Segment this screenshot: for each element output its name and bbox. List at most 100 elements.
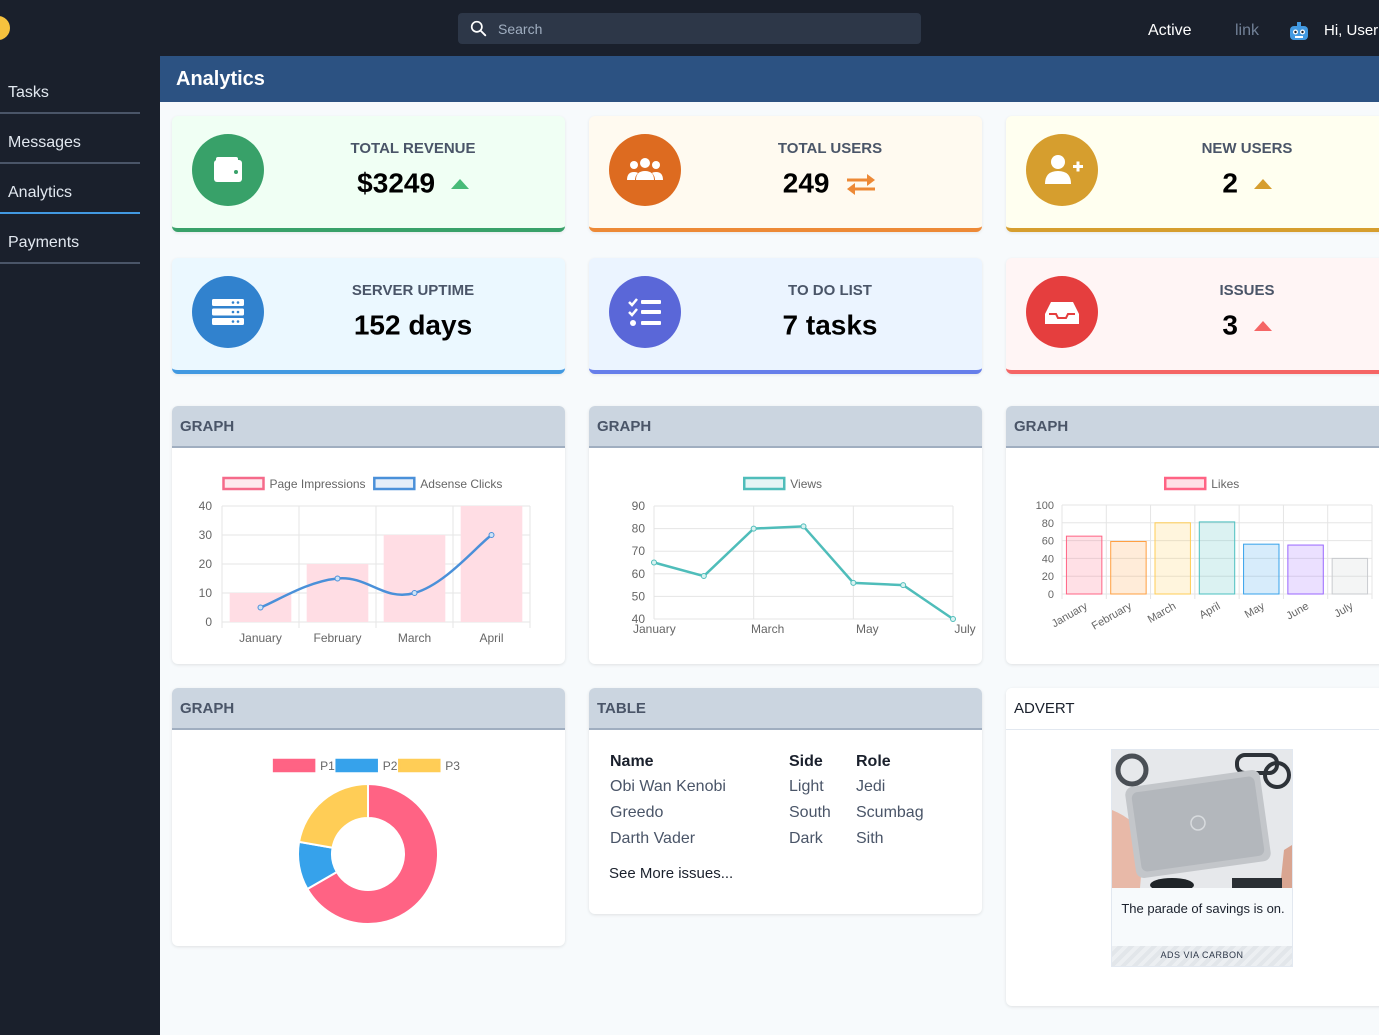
- cell-role: Scumbag: [856, 804, 924, 821]
- column-header-name: Name: [610, 752, 654, 770]
- carbon-ad[interactable]: The parade of savings is on. ADS VIA CAR…: [1111, 749, 1293, 967]
- table-row: Greedo South Scumbag: [607, 800, 953, 826]
- data-point: [411, 590, 418, 596]
- users-icon: [627, 158, 663, 180]
- stat-value-row: 7 tasks: [689, 308, 971, 342]
- graph-panel-likes: GRAPH Likes 0 20 40 60 80 100 January February Ma…: [1006, 406, 1379, 664]
- bar: [1198, 521, 1236, 595]
- characters-table: Name Side Role Obi Wan Kenobi Light Jedi…: [607, 752, 953, 852]
- graph-panel-views: GRAPH Views 40 50 60 70 80 90 January March May Ju…: [589, 406, 982, 664]
- column-header-side: Side: [789, 752, 823, 770]
- table-row: Darth Vader Dark Sith: [607, 826, 953, 852]
- legend-swatch: [398, 758, 441, 773]
- sidebar-item-analytics[interactable]: Analytics: [0, 164, 140, 214]
- stat-value-row: 249: [689, 166, 971, 200]
- see-more-issues-link[interactable]: See More issues...: [609, 865, 733, 882]
- legend-label: P3: [445, 759, 460, 773]
- cell-role: Jedi: [856, 778, 886, 795]
- stat-label: SERVER UPTIME: [351, 282, 475, 299]
- stat-label: ISSUES: [1219, 282, 1275, 299]
- y-tick-label: 0: [1048, 589, 1054, 601]
- data-point: [750, 525, 757, 532]
- nav-active-link[interactable]: Active: [1148, 22, 1192, 40]
- y-tick-label: 0: [205, 615, 212, 629]
- ad-laptop-image[interactable]: [1112, 750, 1292, 888]
- panel-title: GRAPH: [172, 688, 565, 730]
- data-point: [334, 575, 341, 582]
- y-tick-label: 100: [1036, 500, 1054, 512]
- cell-role: Sith: [856, 830, 884, 847]
- stat-icon-circle: [1026, 134, 1098, 206]
- y-tick-label: 70: [632, 544, 646, 558]
- ad-text[interactable]: The parade of savings is on.: [1120, 898, 1286, 919]
- data-point: [257, 604, 264, 611]
- y-tick-label: 60: [1042, 536, 1054, 548]
- legend-label: Likes: [1211, 477, 1239, 491]
- cell-name: Obi Wan Kenobi: [610, 778, 726, 795]
- stat-icon-circle: [192, 276, 264, 348]
- sidebar-item-messages[interactable]: Messages: [0, 114, 140, 164]
- views-line-chart: Views405060708090January March May July: [632, 476, 976, 636]
- user-greeting[interactable]: Hi, User: [1324, 22, 1378, 39]
- data-point: [950, 616, 956, 622]
- bar: [1287, 544, 1324, 595]
- server-icon: [212, 299, 244, 325]
- sidebar: Tasks Messages Analytics Payments: [0, 56, 160, 1035]
- caret-up-icon: [1253, 178, 1272, 189]
- bar: [1065, 535, 1103, 595]
- x-tick-label: March: [398, 631, 431, 645]
- table-row: Obi Wan Kenobi Light Jedi: [607, 774, 953, 800]
- stat-value: 2: [1222, 167, 1238, 199]
- y-tick-label: 90: [632, 499, 646, 513]
- user-plus-icon: [1045, 155, 1083, 184]
- y-tick-label: 40: [199, 499, 213, 513]
- page-header: Analytics: [160, 56, 1379, 102]
- y-tick-label: 50: [632, 589, 646, 603]
- search-icon: [470, 20, 487, 37]
- stat-icon-circle: [609, 134, 681, 206]
- panel-title: ADVERT: [1006, 688, 1379, 730]
- robot-avatar-icon[interactable]: [1287, 20, 1311, 44]
- donut-slice: [297, 782, 369, 849]
- inbox-icon: [1045, 302, 1079, 324]
- x-tick-label: July: [954, 622, 975, 636]
- bar: [383, 535, 446, 622]
- data-point: [651, 559, 657, 566]
- data-point: [488, 532, 495, 538]
- sidebar-item-tasks[interactable]: Tasks: [0, 64, 140, 114]
- y-tick-label: 20: [1042, 571, 1054, 583]
- cell-side: South: [789, 804, 831, 821]
- ads-via-carbon-link[interactable]: ADS VIA CARBON: [1112, 946, 1292, 966]
- x-tick-label: July: [1332, 600, 1355, 620]
- stat-card-total-revenue: TOTAL REVENUE $3249: [172, 116, 565, 232]
- x-tick-label: June: [1284, 600, 1311, 622]
- logo-icon[interactable]: [0, 16, 10, 40]
- caret-up-icon: [1253, 320, 1272, 331]
- stat-card-issues: ISSUES 3: [1006, 258, 1379, 374]
- stat-label: TOTAL USERS: [777, 140, 883, 157]
- y-tick-label: 80: [632, 522, 646, 536]
- legend-label: Page Impressions: [270, 477, 366, 491]
- stat-card-todo-list: TO DO LIST 7 tasks: [589, 258, 982, 374]
- data-point: [800, 523, 807, 530]
- panel-title: TABLE: [589, 688, 982, 730]
- search-box: [458, 13, 921, 44]
- bar: [1243, 543, 1280, 595]
- tasks-icon: [628, 298, 661, 326]
- x-tick-label: February: [1090, 600, 1135, 633]
- cell-side: Dark: [789, 830, 823, 847]
- panel-title: GRAPH: [589, 406, 982, 448]
- page-title: Analytics: [176, 68, 265, 90]
- y-tick-label: 40: [1042, 553, 1054, 565]
- nav-link[interactable]: link: [1235, 22, 1259, 40]
- sidebar-item-payments[interactable]: Payments: [0, 214, 140, 264]
- panel-title: GRAPH: [1006, 406, 1379, 448]
- graph-panel-donut: GRAPH P1 P2 P3: [172, 688, 565, 946]
- search-input[interactable]: [498, 13, 908, 44]
- advert-panel: ADVERT The parade of savings is on. ADS …: [1006, 688, 1379, 1006]
- cell-side: Light: [789, 778, 824, 795]
- top-navbar: Active link Hi, User: [0, 0, 1379, 56]
- legend-swatch: [272, 758, 316, 773]
- caret-up-icon: [450, 178, 469, 189]
- bar: [460, 506, 523, 622]
